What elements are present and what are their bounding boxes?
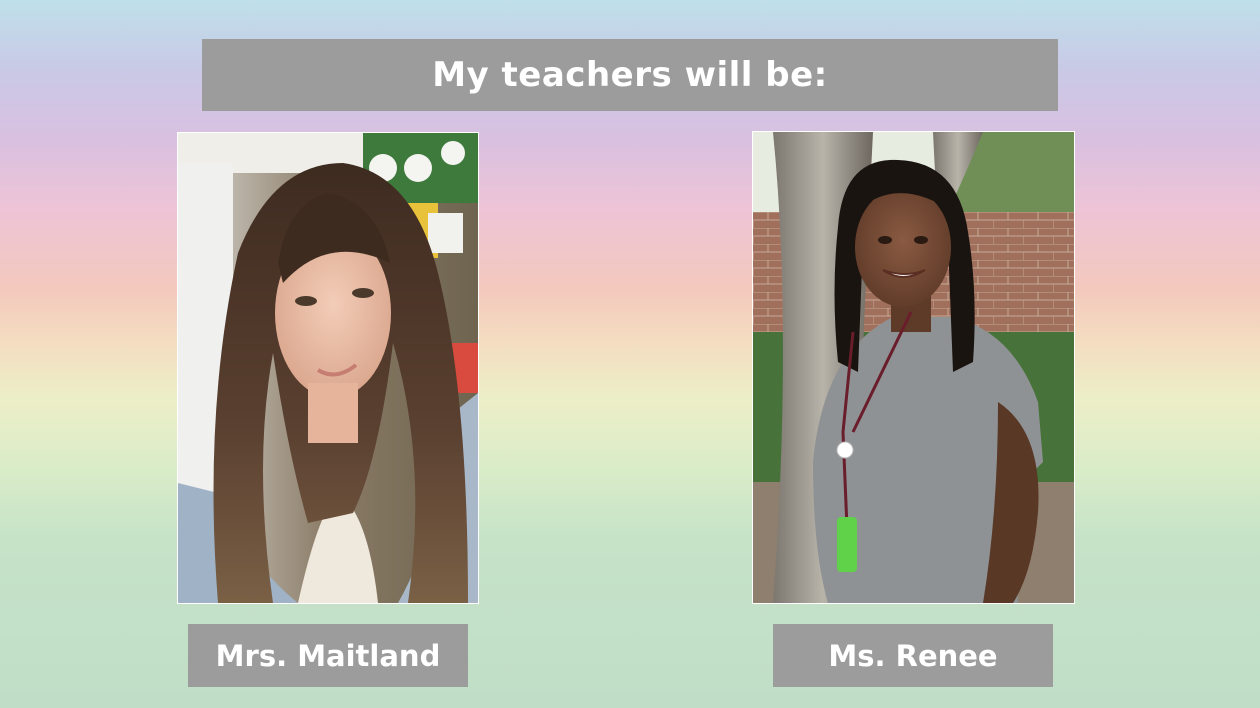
teacher-name-maitland: Mrs. Maitland (215, 638, 441, 673)
teacher-photo-renee-image (753, 132, 1074, 603)
teacher-name-plate-maitland: Mrs. Maitland (188, 624, 468, 687)
teacher-name-plate-renee: Ms. Renee (773, 624, 1053, 687)
teacher-photo-maitland-image (178, 133, 478, 603)
teacher-photo-renee (752, 131, 1075, 604)
teacher-name-renee: Ms. Renee (828, 638, 998, 673)
title-banner: My teachers will be: (202, 39, 1058, 111)
slide-title: My teachers will be: (432, 55, 828, 95)
teacher-photo-maitland (177, 132, 479, 604)
